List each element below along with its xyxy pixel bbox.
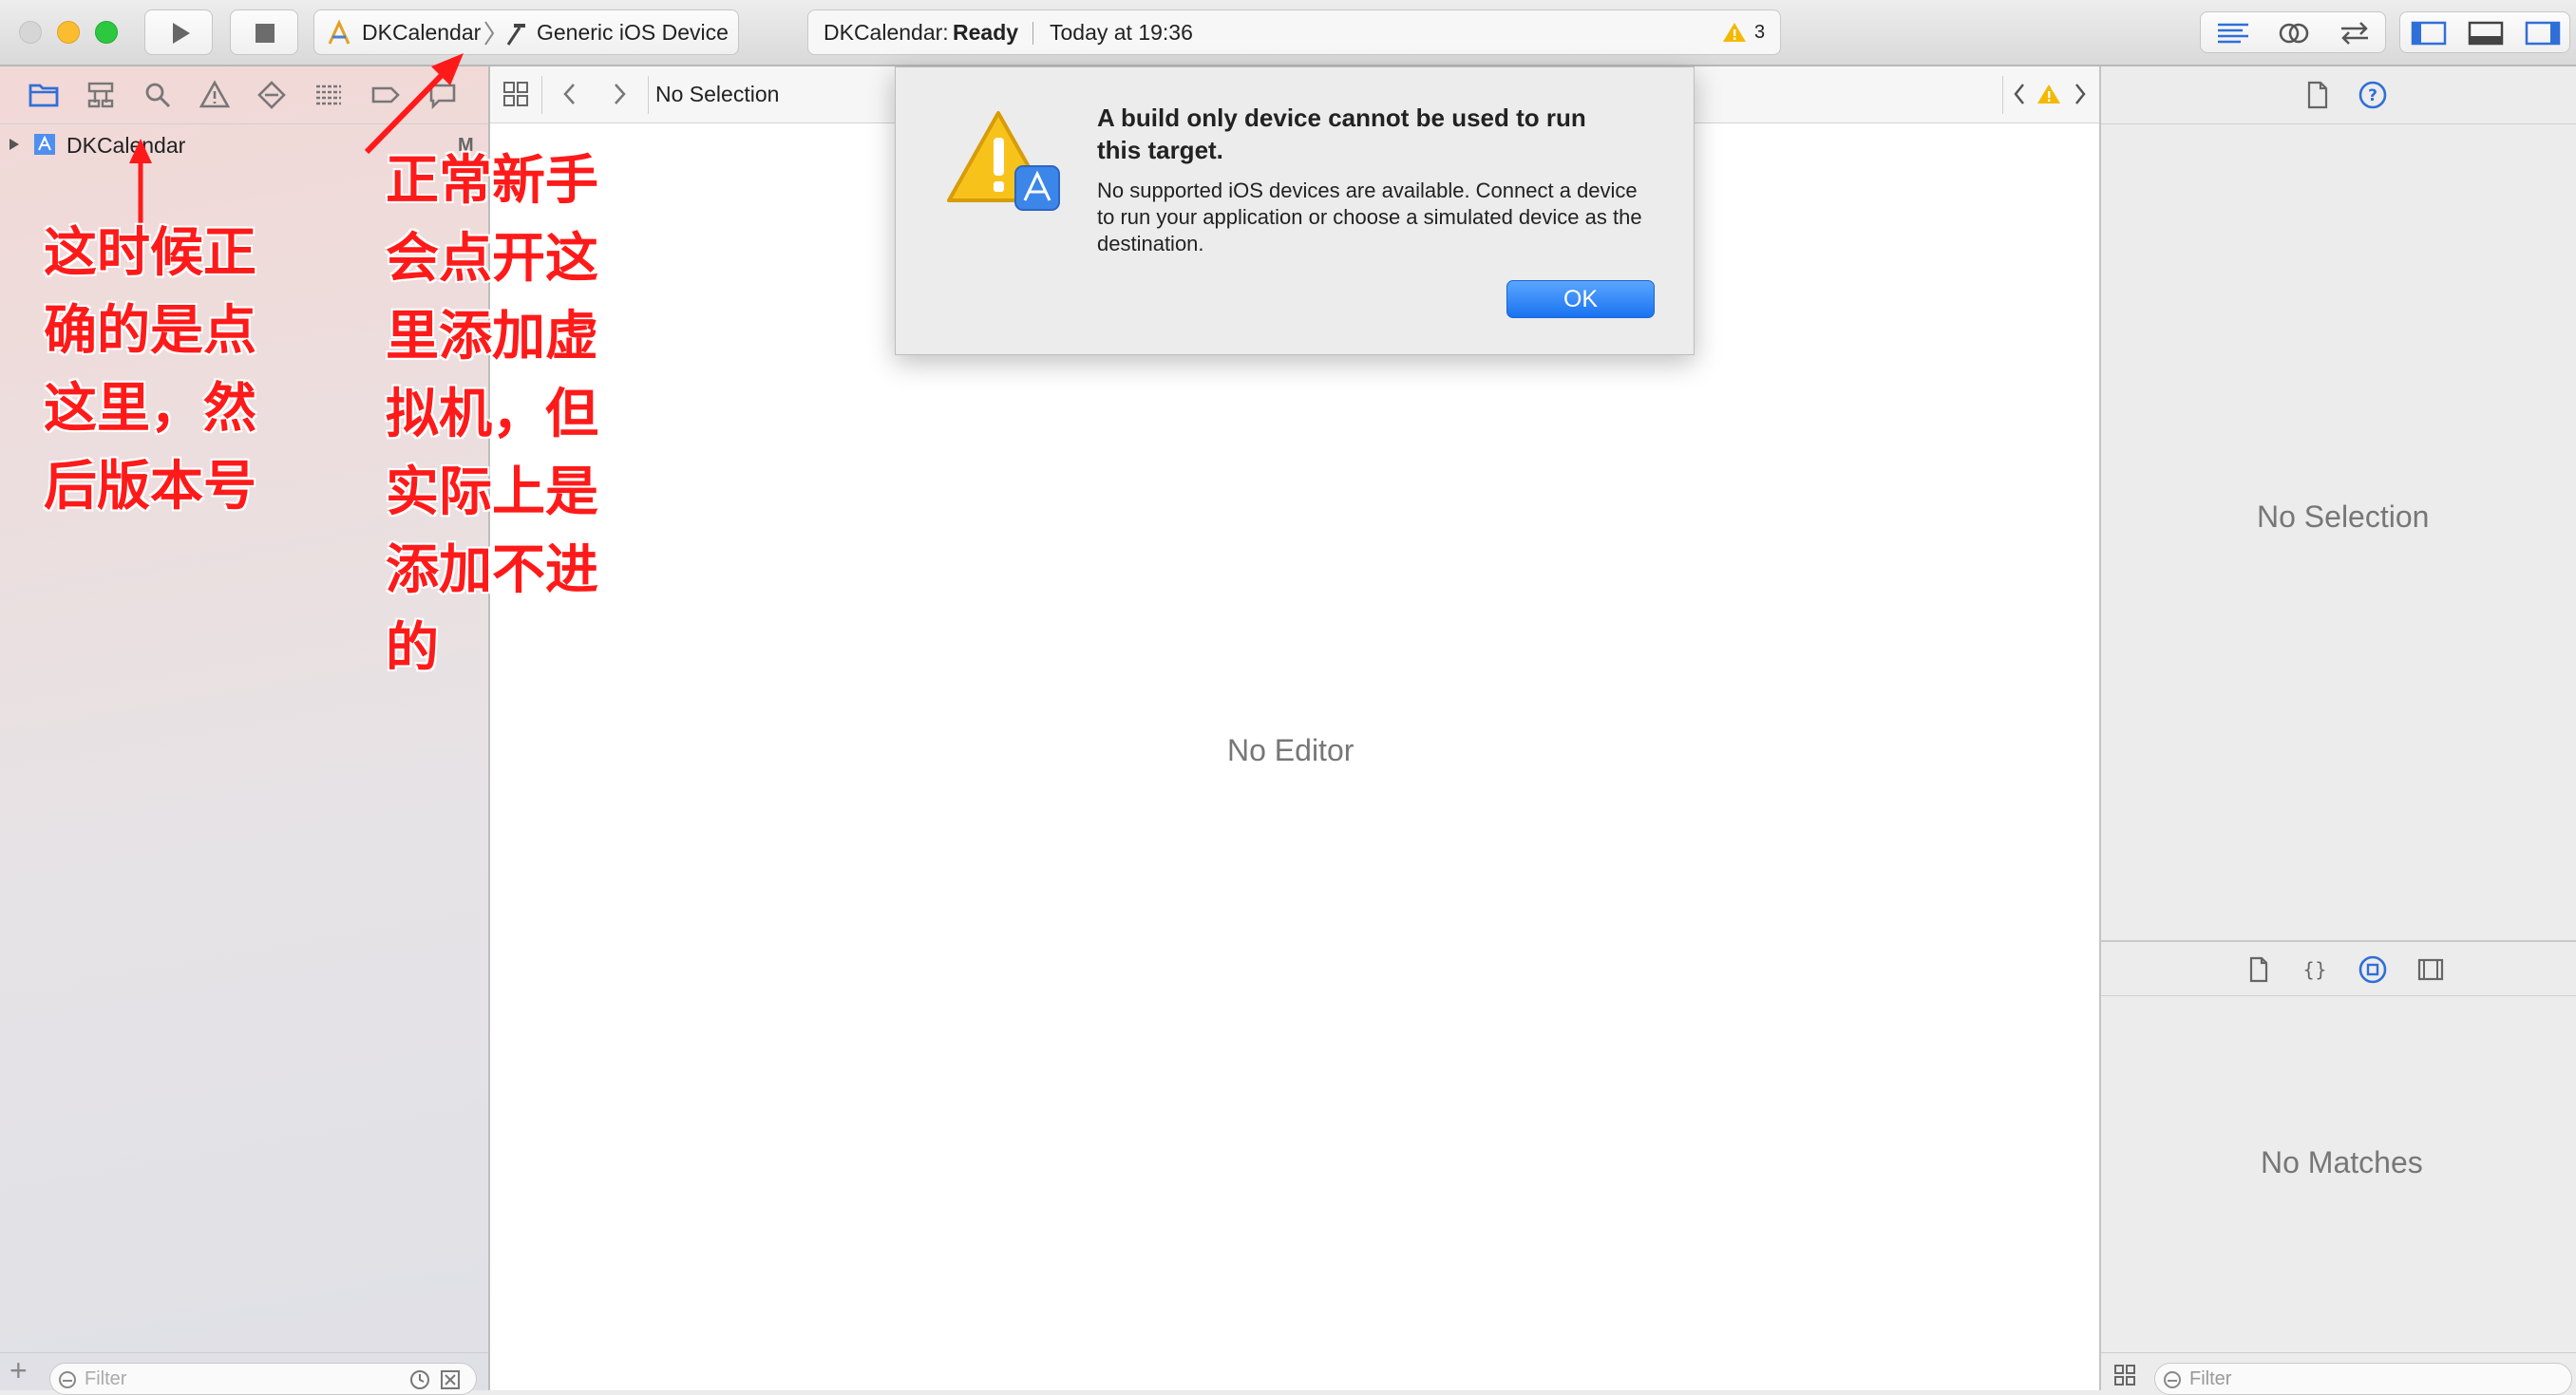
- library-tab-bar: {}: [2101, 940, 2576, 996]
- media-library-icon[interactable]: [2416, 955, 2445, 984]
- version-editor-icon[interactable]: [2336, 18, 2374, 48]
- disclosure-triangle-icon[interactable]: [8, 137, 21, 152]
- library-filter-placeholder: Filter: [2189, 1368, 2232, 1389]
- test-navigator-diamond-icon[interactable]: [255, 78, 289, 112]
- standard-editor-icon[interactable]: [2214, 20, 2252, 47]
- file-inspector-icon[interactable]: [2304, 80, 2331, 110]
- svg-text:{}: {}: [2302, 958, 2326, 981]
- svg-text:?: ?: [2368, 86, 2377, 105]
- jumpbar-selection[interactable]: No Selection: [655, 82, 779, 107]
- recent-files-clock-icon[interactable]: [409, 1369, 430, 1390]
- library-grid-view-icon[interactable]: [2112, 1363, 2137, 1387]
- ok-button[interactable]: OK: [1506, 280, 1655, 318]
- quick-help-icon[interactable]: ?: [2358, 80, 2388, 110]
- next-issue-chevron-icon[interactable]: [2071, 80, 2090, 108]
- warning-app-icon: [947, 111, 1060, 211]
- code-snippet-library-icon[interactable]: {}: [2301, 955, 2329, 984]
- zoom-window-button[interactable]: [95, 21, 118, 44]
- stop-icon: [256, 24, 275, 43]
- jumpbar-divider: [541, 76, 542, 114]
- find-navigator-search-icon[interactable]: [141, 78, 175, 112]
- hammer-icon: [506, 24, 525, 46]
- library-placeholder: No Matches: [2261, 1145, 2423, 1179]
- inspector-tab-bar: ?: [2101, 66, 2576, 124]
- scm-filter-icon[interactable]: [440, 1369, 461, 1390]
- annotation-arrow-left: [129, 139, 152, 224]
- alert-title: A build only device cannot be used to ru…: [1097, 104, 1586, 164]
- editor-mode-group: [2200, 11, 2386, 53]
- filter-circle-icon: [2164, 1371, 2181, 1388]
- annotation-left-note: 这时候正 确的是点 这里，然 后版本号: [44, 222, 256, 518]
- xcode-project-icon: [34, 134, 55, 155]
- file-template-library-icon[interactable]: [2245, 955, 2272, 984]
- library-filter-bar: Filter: [2101, 1352, 2576, 1395]
- activity-time: Today at 19:36: [1050, 20, 1193, 45]
- warning-count[interactable]: 3: [1754, 22, 1765, 44]
- forward-chevron-icon[interactable]: [608, 80, 631, 108]
- close-window-button[interactable]: [19, 21, 42, 44]
- add-file-icon[interactable]: +: [9, 1353, 28, 1388]
- issue-warning-icon[interactable]: [2036, 83, 2061, 105]
- annotation-right-note: 正常新手 会点开这 里添加虚 拟机，但 实际上是 添加不进 的: [386, 150, 598, 679]
- chevron-right-icon: [484, 21, 495, 46]
- jumpbar-divider-3: [2002, 76, 2003, 114]
- jumpbar-divider-2: [648, 76, 649, 114]
- stop-button[interactable]: [230, 9, 298, 55]
- assistant-editor-icon[interactable]: [2275, 18, 2313, 48]
- project-navigator-folder-icon[interactable]: [27, 78, 61, 112]
- activity-project: DKCalendar:: [824, 20, 949, 45]
- utilities-toggle-icon[interactable]: [2524, 20, 2562, 47]
- app-target-icon: [328, 19, 350, 45]
- navigator-filter-bar: + Filter: [0, 1352, 488, 1395]
- alert-sheet: A build only device cannot be used to ru…: [895, 66, 1695, 355]
- play-icon: [173, 23, 190, 44]
- activity-status: Ready: [953, 20, 1019, 45]
- issue-navigator-warning-icon[interactable]: [198, 78, 232, 112]
- filter-circle-icon: [59, 1371, 76, 1388]
- object-library-icon[interactable]: [2358, 954, 2388, 985]
- debug-area-toggle-icon[interactable]: [2467, 20, 2505, 47]
- warning-icon[interactable]: [1722, 21, 1747, 44]
- previous-issue-chevron-icon[interactable]: [2010, 80, 2029, 108]
- activity-divider: [1032, 22, 1033, 45]
- editor-placeholder: No Editor: [1227, 733, 1354, 767]
- navigator-toggle-icon[interactable]: [2410, 20, 2448, 47]
- back-chevron-icon[interactable]: [559, 80, 581, 108]
- run-button[interactable]: [144, 9, 213, 55]
- navigator-filter-placeholder: Filter: [85, 1368, 127, 1389]
- inspector-placeholder: No Selection: [2257, 500, 2430, 534]
- activity-viewer: DKCalendar: Ready Today at 19:36 3: [807, 9, 1781, 55]
- alert-message: No supported iOS devices are available. …: [1097, 179, 1642, 255]
- related-items-grid-icon[interactable]: [502, 80, 530, 108]
- panel-toggle-group: [2399, 11, 2570, 53]
- debug-navigator-icon[interactable]: [312, 78, 346, 112]
- destination-name: Generic iOS Device: [537, 20, 729, 45]
- minimize-window-button[interactable]: [57, 21, 80, 44]
- utilities-pane: ? No Selection {} No Matches Filter: [2099, 66, 2576, 1395]
- symbol-navigator-icon[interactable]: [84, 78, 118, 112]
- scheme-name: DKCalendar: [362, 20, 482, 45]
